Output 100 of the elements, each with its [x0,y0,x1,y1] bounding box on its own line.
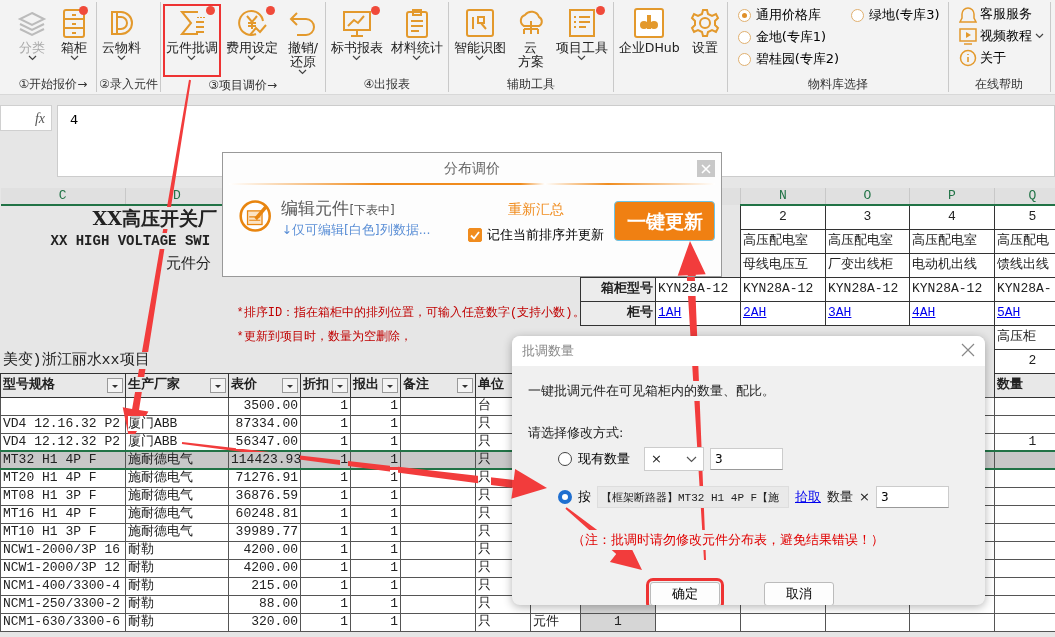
sheet-cell: 元件 [533,614,559,629]
sheet-cell: 电动机出线 [912,257,977,272]
group-label: 物料库选择 [807,76,868,92]
edit-title: 编辑元件 [281,198,350,218]
ribbon-button[interactable]: 智能识图 [450,4,509,76]
sheet-cell: 施耐德电气 [128,506,193,521]
sheet-cell: 高压配电室 [828,233,893,248]
group-label: 在线帮助 [975,76,1023,92]
sheet-title: XX高压开关厂 [92,206,217,229]
group-label: ③项目调价→ [208,77,278,93]
group-label: 辅助工具 [506,76,555,92]
sheet-cell: 台 [478,398,491,413]
sheet-cell: 只 [478,416,491,431]
help-link[interactable]: 视频教程 [958,25,1044,47]
sheet-cell: 耐勒 [128,578,154,593]
radio-option[interactable]: 通用价格库 [737,4,840,26]
sheet-cell: 母线电压互 [743,257,808,272]
column-heading: 型号规格 [3,377,55,392]
ribbon-button[interactable]: 费用设定 [222,4,281,77]
help-link[interactable]: 客服服务 [958,3,1044,25]
sheet-cell: 施耐德电气 [128,470,193,486]
ribbon-button[interactable]: 材料统计 [387,4,446,76]
sheet-cell: 只 [478,524,491,539]
value-field[interactable]: 3 [710,448,783,470]
ribbon-button[interactable]: 设置 [684,4,725,76]
sheet-cell: 只 [478,488,491,503]
sheet-title: 美变)浙江丽水xx项目 [2,351,150,369]
sheet-title: 元件分 [165,256,211,273]
sheet-cell: 厂变出线柜 [828,257,893,272]
radio-option[interactable]: 现有数量 [558,449,630,469]
column-heading: 报出 [353,377,379,392]
table-row[interactable]: NCM1-630/3300-6 耐勒 320.00 1 1 只 元件 1 [0,613,1055,631]
sheet-cell: 只 [478,434,491,449]
cell-link[interactable]: 4AH [912,305,936,320]
column-header[interactable]: C [0,188,126,205]
sheet-cell: 高压配电室 [912,233,977,248]
row-label: 箱柜型号 [601,281,653,296]
cell-link[interactable]: 2AH [743,305,767,320]
edit-hint: [下表中] [349,203,395,217]
column-header[interactable]: P [909,188,995,205]
sheet-cell: 施耐德电气 [128,453,193,467]
ribbon-button[interactable]: 项目工具 [552,4,611,76]
ribbon-button[interactable]: 企业DHub [615,4,683,76]
sheet-cell: 耐勒 [128,560,154,575]
radio-option[interactable]: 碧桂园(专库2) [737,48,840,70]
cell-link[interactable]: 1AH [658,305,682,320]
cancel-button[interactable]: 取消 [764,581,834,605]
sheet-cell: 只 [478,596,491,611]
sheet-cell: 只 [478,470,491,486]
sheet-cell: 只 [478,614,491,629]
item-field: 【框架断路器】MT32 H1 4P F【施 [597,486,789,508]
group-label: ①开始报价→ [18,76,88,92]
ribbon-button[interactable]: 撤销/ 还原 [282,4,323,77]
sheet-cell: 施耐德电气 [128,488,193,503]
radio-option[interactable]: 绿地(专库3) [851,4,940,26]
sheet-cell: 高压配电室 [743,233,808,248]
ribbon-button[interactable]: 标书报表 [327,4,386,76]
column-header[interactable]: Q [994,188,1055,205]
sheet-cell: 厦门ABB [128,416,178,431]
sheet-cell: 只 [478,560,491,575]
column-heading: 单位 [478,377,504,392]
sheet-cell: 高压柜 [997,329,1036,344]
column-heading: 表价 [231,377,257,392]
sheet-cell: 只 [478,453,491,467]
cell-link[interactable]: 5AH [997,305,1021,320]
column-heading: 折扣 [303,377,329,392]
column-header[interactable]: O [825,188,910,205]
sheet-cell: 厦门ABB [128,434,178,449]
ribbon-button[interactable]: 箱柜 [54,4,94,76]
checkbox-option[interactable]: 记住当前排序并更新 [468,226,604,245]
radio-option[interactable]: 按 [558,487,591,507]
function-label: fx [34,109,45,128]
sheet-cell: 1 [390,453,398,467]
ribbon-button[interactable]: 云物料 [99,4,144,76]
value-field[interactable]: 3 [875,486,949,508]
sheet-title: XX HIGH VOLTAGE SWI [50,233,211,249]
sheet-cell: 馈线出线 [997,257,1049,272]
column-heading: 备注 [403,377,429,392]
sheet-cell: 高压配电 [997,233,1049,248]
sheet-cell: 耐勒 [128,596,154,611]
cell-link[interactable]: 3AH [828,305,852,320]
column-heading: 生产厂家 [128,377,180,392]
ribbon-button[interactable]: 云 方案 [510,4,551,76]
sheet-cell: 56347.00 [235,434,298,449]
operator-select[interactable]: × [644,447,704,471]
sheet-cell: 耐勒 [128,542,154,557]
group-label: ②录入元件 [99,76,158,92]
group-label: ④出报表 [363,76,411,92]
row-label: 柜号 [627,305,653,320]
sheet-cell: 只 [478,578,491,593]
help-link[interactable]: 关于 [958,47,1044,69]
sheet-cell: 只 [478,506,491,521]
radio-option[interactable]: 金地(专库1) [737,26,840,48]
sheet-cell: 只 [478,542,491,557]
column-heading: 数量 [997,377,1023,392]
sheet-cell: 1 [340,453,348,467]
sheet-cell: KYN28A-12 [658,281,729,296]
sheet-cell: 施耐德电气 [128,524,193,539]
column-header[interactable]: N [740,188,826,205]
ribbon-button[interactable]: 元件批调 [162,4,221,77]
